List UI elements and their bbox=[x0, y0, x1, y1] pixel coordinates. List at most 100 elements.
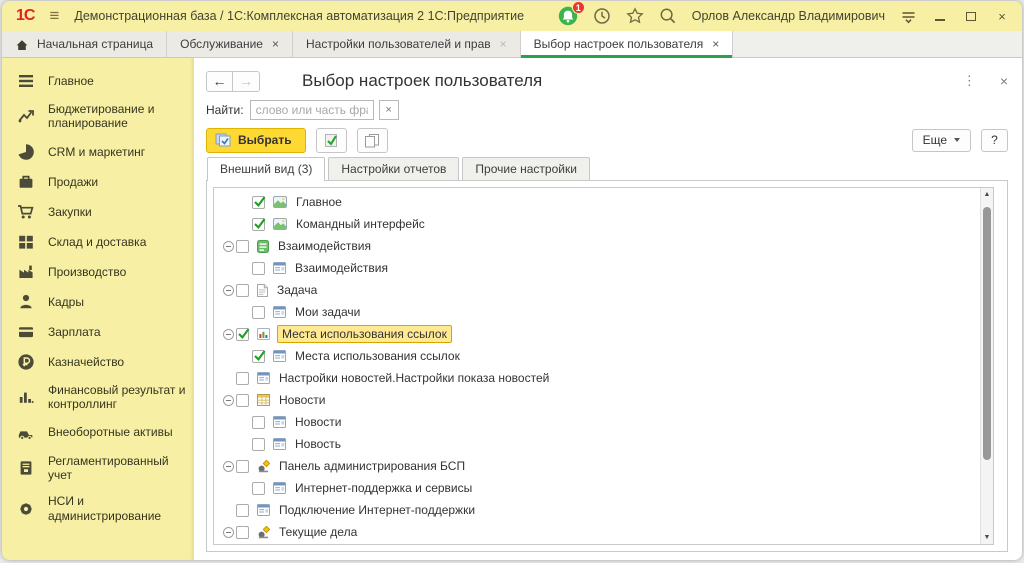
tree-row[interactable]: Взаимодействия bbox=[214, 257, 980, 279]
set-all-flags-button[interactable] bbox=[316, 128, 347, 153]
tree-item-label: Мои задачи bbox=[293, 304, 362, 320]
close-tab-icon[interactable]: × bbox=[500, 37, 507, 51]
checkbox[interactable] bbox=[236, 240, 249, 253]
current-user[interactable]: Орлов Александр Владимирович bbox=[692, 9, 885, 23]
window-tab[interactable]: Начальная страница bbox=[2, 31, 167, 57]
minimize-button[interactable] bbox=[932, 10, 948, 23]
collapse-icon[interactable] bbox=[223, 395, 234, 406]
expander-slot bbox=[220, 395, 236, 406]
scroll-up-icon[interactable]: ▲ bbox=[981, 188, 993, 201]
more-button[interactable]: Еще bbox=[912, 129, 971, 152]
checkbox[interactable] bbox=[236, 284, 249, 297]
checkbox[interactable] bbox=[252, 482, 265, 495]
node-icon bbox=[257, 526, 270, 539]
sidebar-item[interactable]: Главное bbox=[2, 66, 194, 96]
tree-row[interactable]: Места использования ссылок bbox=[214, 345, 980, 367]
checkbox[interactable] bbox=[252, 350, 265, 363]
checkbox[interactable] bbox=[236, 328, 249, 341]
collapse-icon[interactable] bbox=[223, 241, 234, 252]
production-factory-icon bbox=[17, 263, 35, 281]
tree-row[interactable]: Задача bbox=[214, 279, 980, 301]
back-button[interactable]: ← bbox=[206, 71, 233, 92]
window-tab[interactable]: Обслуживание× bbox=[167, 31, 293, 57]
select-button[interactable]: Выбрать bbox=[206, 128, 306, 153]
tree-row[interactable]: Настройки новостей.Настройки показа ново… bbox=[214, 367, 980, 389]
tree-row[interactable]: Новости bbox=[214, 389, 980, 411]
close-window-button[interactable]: × bbox=[994, 10, 1010, 23]
tree-row[interactable]: Новость bbox=[214, 433, 980, 455]
tree-row[interactable]: Новости bbox=[214, 411, 980, 433]
table-icon bbox=[257, 394, 270, 406]
scroll-down-icon[interactable]: ▼ bbox=[981, 531, 993, 544]
global-search-button[interactable] bbox=[659, 7, 677, 25]
sidebar-item[interactable]: НСИ и администрирование bbox=[2, 488, 194, 529]
sidebar-item[interactable]: Финансовый результат и контроллинг bbox=[2, 377, 194, 418]
checkbox[interactable] bbox=[252, 218, 265, 231]
checkbox[interactable] bbox=[252, 438, 265, 451]
settings-tab[interactable]: Настройки отчетов bbox=[328, 157, 459, 180]
sidebar-item[interactable]: CRM и маркетинг bbox=[2, 137, 194, 167]
scrollbar-thumb[interactable] bbox=[983, 207, 991, 460]
checkbox[interactable] bbox=[236, 526, 249, 539]
sidebar-item[interactable]: Закупки bbox=[2, 197, 194, 227]
find-input[interactable] bbox=[250, 100, 374, 120]
settings-tab[interactable]: Прочие настройки bbox=[462, 157, 589, 180]
history-button[interactable] bbox=[593, 7, 611, 25]
tree-row[interactable]: Панель администрирования БСП bbox=[214, 455, 980, 477]
tree-row[interactable]: Командный интерфейс bbox=[214, 213, 980, 235]
clear-all-flags-button[interactable] bbox=[357, 128, 388, 153]
select-button-label: Выбрать bbox=[238, 133, 292, 147]
collapse-icon[interactable] bbox=[223, 285, 234, 296]
sidebar-item[interactable]: Производство bbox=[2, 257, 194, 287]
checkbox[interactable] bbox=[236, 460, 249, 473]
help-button[interactable]: ? bbox=[981, 129, 1008, 152]
window-tab[interactable]: Выбор настроек пользователя× bbox=[521, 31, 734, 57]
vertical-scrollbar[interactable]: ▲ ▼ bbox=[980, 188, 993, 544]
checkbox[interactable] bbox=[252, 262, 265, 275]
crm-pie-icon bbox=[17, 143, 35, 161]
checkbox[interactable] bbox=[236, 504, 249, 517]
checkbox[interactable] bbox=[252, 196, 265, 209]
clear-find-button[interactable]: × bbox=[379, 100, 399, 120]
sidebar-item[interactable]: Бюджетирование и планирование bbox=[2, 96, 194, 137]
sidebar-item[interactable]: Казначейство bbox=[2, 347, 194, 377]
service-menu-button[interactable] bbox=[900, 8, 917, 25]
form-icon bbox=[257, 372, 270, 384]
sidebar-item[interactable]: Кадры bbox=[2, 287, 194, 317]
tree-row[interactable]: Текущие дела bbox=[214, 521, 980, 543]
notifications-button[interactable]: 1 bbox=[558, 6, 578, 26]
tree-item-label: Настройки новостей.Настройки показа ново… bbox=[277, 370, 551, 386]
checkbox[interactable] bbox=[252, 416, 265, 429]
sidebar-item[interactable]: Регламентированный учет bbox=[2, 448, 194, 489]
document-icon bbox=[257, 284, 268, 297]
close-tab-icon[interactable]: × bbox=[712, 37, 719, 51]
checkbox[interactable] bbox=[236, 394, 249, 407]
tree-item-label: Места использования ссылок bbox=[293, 348, 462, 364]
maximize-button[interactable] bbox=[963, 10, 979, 23]
tree-row[interactable]: Главное bbox=[214, 191, 980, 213]
form-menu-button[interactable]: ⋮ bbox=[963, 73, 976, 89]
window-tab[interactable]: Настройки пользователей и прав× bbox=[293, 31, 521, 57]
sidebar-item[interactable]: Склад и доставка bbox=[2, 227, 194, 257]
sidebar-item[interactable]: Внеоборотные активы bbox=[2, 418, 194, 448]
collapse-icon[interactable] bbox=[223, 461, 234, 472]
forward-button[interactable]: → bbox=[233, 71, 260, 92]
favorites-button[interactable] bbox=[626, 7, 644, 25]
tree-row[interactable]: Интернет-поддержка и сервисы bbox=[214, 477, 980, 499]
tree-row[interactable]: Взаимодействия bbox=[214, 235, 980, 257]
close-form-button[interactable]: × bbox=[1000, 73, 1008, 89]
main-menu-icon[interactable]: ≡ bbox=[43, 6, 65, 26]
collapse-icon[interactable] bbox=[223, 527, 234, 538]
tree-row[interactable]: Места использования ссылок bbox=[214, 323, 980, 345]
sidebar-item[interactable]: Зарплата bbox=[2, 317, 194, 347]
tree-item-label: Новости bbox=[277, 392, 327, 408]
sidebar-item[interactable]: Продажи bbox=[2, 167, 194, 197]
tree-row[interactable]: Подключение Интернет-поддержки bbox=[214, 499, 980, 521]
tree-row[interactable]: Текущие дела bbox=[214, 543, 980, 544]
settings-tab[interactable]: Внешний вид (3) bbox=[207, 157, 325, 181]
checkbox[interactable] bbox=[252, 306, 265, 319]
tree-row[interactable]: Мои задачи bbox=[214, 301, 980, 323]
collapse-icon[interactable] bbox=[223, 329, 234, 340]
close-tab-icon[interactable]: × bbox=[272, 37, 279, 51]
checkbox[interactable] bbox=[236, 372, 249, 385]
